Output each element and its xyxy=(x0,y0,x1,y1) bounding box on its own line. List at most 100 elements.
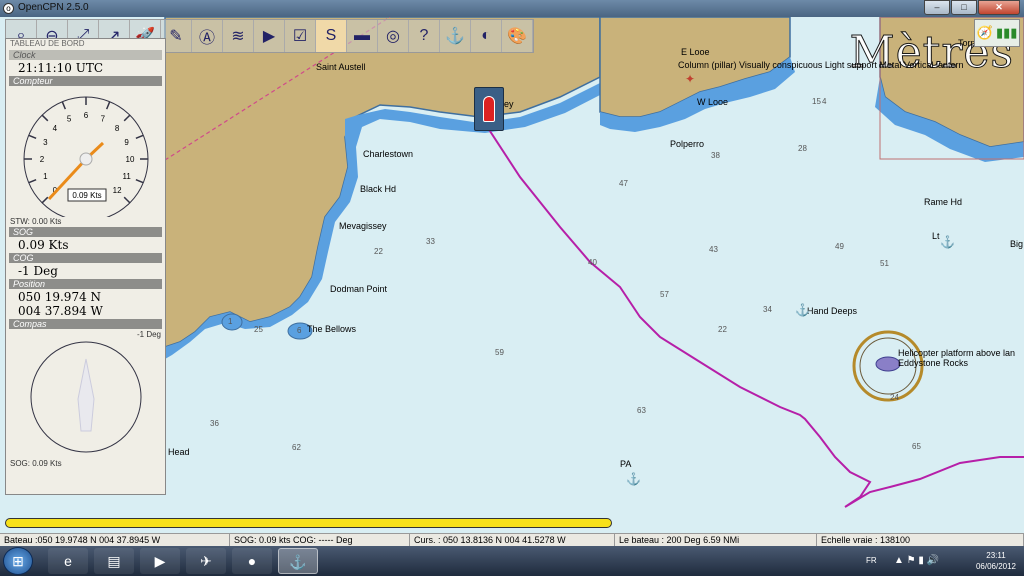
close-button[interactable]: ✕ xyxy=(978,0,1020,15)
depth-sounding: 38 xyxy=(711,151,720,160)
buoy-icon[interactable]: ⚓ xyxy=(795,303,810,317)
ie-icon[interactable]: e xyxy=(48,548,88,574)
status-cursor: Curs. : 050 13.8136 N 004 41.5278 W xyxy=(410,534,615,546)
light-icon[interactable]: ✦ xyxy=(685,72,695,86)
depth-sounding: 25 xyxy=(254,325,263,334)
cog-value: -1 Deg xyxy=(18,264,58,278)
dashboard-title: TABLEAU DE BORD xyxy=(10,39,85,48)
opencpn-task-icon[interactable]: ⚓ xyxy=(278,548,318,574)
depth-sounding: 57 xyxy=(660,290,669,299)
depth-sounding: 43 xyxy=(709,245,718,254)
depth-sounding: 22 xyxy=(374,247,383,256)
own-ship-icon[interactable] xyxy=(474,87,504,131)
anchor-icon[interactable]: ◎ xyxy=(378,20,409,52)
minimize-button[interactable]: – xyxy=(924,0,950,15)
buoy-icon[interactable]: ⚓ xyxy=(940,235,955,249)
speed-tick-label: 3 xyxy=(43,138,48,147)
label-mevagissey: Mevagissey xyxy=(339,221,387,231)
label-saint-austell: Saint Austell xyxy=(316,62,366,72)
tray-icons[interactable]: ▲ ⚑ ▮ 🔊 xyxy=(894,555,939,566)
tide-icon[interactable]: ▬ xyxy=(347,20,378,52)
compass-header: Compas xyxy=(9,319,162,329)
clock-header: Clock xyxy=(9,50,162,60)
depth-sounding: 49 xyxy=(835,242,844,251)
depth-sounding: 63 xyxy=(637,406,646,415)
dashboard-panel[interactable]: TABLEAU DE BORD Clock 21:11:10 UTC Compt… xyxy=(5,38,166,495)
depth-sounding: 4 xyxy=(822,97,827,106)
status-bar: Bateau :050 19.9748 N 004 37.8945 W SOG:… xyxy=(0,533,1024,546)
islet-eddystone xyxy=(875,356,901,372)
speed-tick-label: 11 xyxy=(122,172,131,181)
depth-sounding: 33 xyxy=(426,237,435,246)
status-boat-position: Bateau :050 19.9748 N 004 37.8945 W xyxy=(0,534,230,546)
settings-icon[interactable]: ☑ xyxy=(285,20,316,52)
clock[interactable]: 23:11 06/06/2012 xyxy=(976,550,1016,572)
maximize-button[interactable]: □ xyxy=(951,0,977,15)
speed-tick-label: 2 xyxy=(39,155,44,164)
label-pa: PA xyxy=(620,459,632,469)
opencpn-icon: o xyxy=(3,3,14,14)
chart-progress-bar xyxy=(5,518,612,528)
position-header: Position xyxy=(9,279,162,289)
speed-tick-label: 8 xyxy=(114,124,119,133)
cog-header: COG xyxy=(9,253,162,263)
explorer-icon[interactable]: ▤ xyxy=(94,548,134,574)
system-tray: FR ▲ ⚑ ▮ 🔊 23:11 06/06/2012 xyxy=(854,546,1024,576)
track-icon[interactable]: ▶ xyxy=(254,20,285,52)
speed-readout: 0.09 Kts xyxy=(72,191,101,200)
label-w-looe: W Looe xyxy=(697,97,729,107)
label-black-hd: Black Hd xyxy=(360,184,397,194)
label-big: Big xyxy=(1010,239,1024,249)
label-the-bellows: The Bellows xyxy=(307,324,357,334)
depth-sounding: 24 xyxy=(890,393,899,402)
ship-track xyxy=(485,124,1024,508)
label-dodman-point: Dodman Point xyxy=(330,284,388,294)
app-icon[interactable]: ✈ xyxy=(186,548,226,574)
window-titlebar: o OpenCPN 2.5.0 – □ ✕ xyxy=(0,0,1024,17)
media-player-icon[interactable]: ▶ xyxy=(140,548,180,574)
clock-time: 23:11 xyxy=(986,551,1006,560)
depth-sounding: 65 xyxy=(912,442,921,451)
signal-bars-icon: ▮▮▮ xyxy=(995,25,1018,40)
language-indicator[interactable]: FR xyxy=(866,556,877,565)
ship-icon[interactable]: ⚓ xyxy=(440,20,471,52)
status-scale: Echelle vraie : 138100 xyxy=(817,534,1024,546)
speed-header: Compteur xyxy=(9,76,162,86)
depth-sounding: 62 xyxy=(292,443,301,452)
color-icon[interactable]: 🎨 xyxy=(502,20,533,52)
buoy-icon[interactable]: ⚓ xyxy=(626,472,641,486)
depth-sounding: 6 xyxy=(297,326,302,335)
status-bearing: Le bateau : 200 Deg 6.59 NMi xyxy=(615,534,817,546)
label-rame-hd: Rame Hd xyxy=(924,197,963,207)
label-polperro: Polperro xyxy=(670,139,705,149)
position-lon: 004 37.894 W xyxy=(18,304,103,318)
depth-sounding: 34 xyxy=(763,305,772,314)
start-button[interactable]: ⊞ xyxy=(3,547,33,575)
app-icon[interactable]: ● xyxy=(232,548,272,574)
depth-sounding: 15 xyxy=(812,97,821,106)
depth-sounding: 59 xyxy=(495,348,504,357)
ais-icon[interactable]: Ⓐ xyxy=(192,20,223,52)
layers-icon[interactable]: ≋ xyxy=(223,20,254,52)
label-lt: Lt xyxy=(932,231,940,241)
globe-icon[interactable]: ◐ xyxy=(471,20,502,52)
compass-heading: -1 Deg xyxy=(136,330,161,339)
speed-tick-label: 1 xyxy=(43,172,48,181)
depth-sounding: 36 xyxy=(210,419,219,428)
clock-date: 06/06/2012 xyxy=(975,562,1016,571)
label-eddystone-rocks: Eddystone Rocks xyxy=(898,358,969,368)
windows-taskbar: ⊞ e ▤ ▶ ✈ ● ⚓ FR ▲ ⚑ ▮ 🔊 23:11 06/06/201… xyxy=(0,546,1024,576)
depth-sounding: 47 xyxy=(619,179,628,188)
speed-tick-label: 7 xyxy=(100,114,105,123)
gps-status-indicator[interactable]: 🧭 ▮▮▮ xyxy=(974,19,1020,47)
clock-value: 21:11:10 UTC xyxy=(18,61,104,75)
label-charlestown: Charlestown xyxy=(363,149,414,159)
position-lat: 050 19.974 N xyxy=(18,290,102,304)
route-manager-icon[interactable]: S xyxy=(316,20,347,52)
label-head: Head xyxy=(168,447,190,457)
label-column-pillar: Column (pillar) Visually conspicuous Lig… xyxy=(678,60,964,70)
status-sog-cog: SOG: 0.09 kts COG: ----- Deg xyxy=(230,534,410,546)
depth-sounding: 28 xyxy=(798,144,807,153)
compass-icon: 🧭 xyxy=(976,25,993,40)
help-icon[interactable]: ? xyxy=(409,20,440,52)
